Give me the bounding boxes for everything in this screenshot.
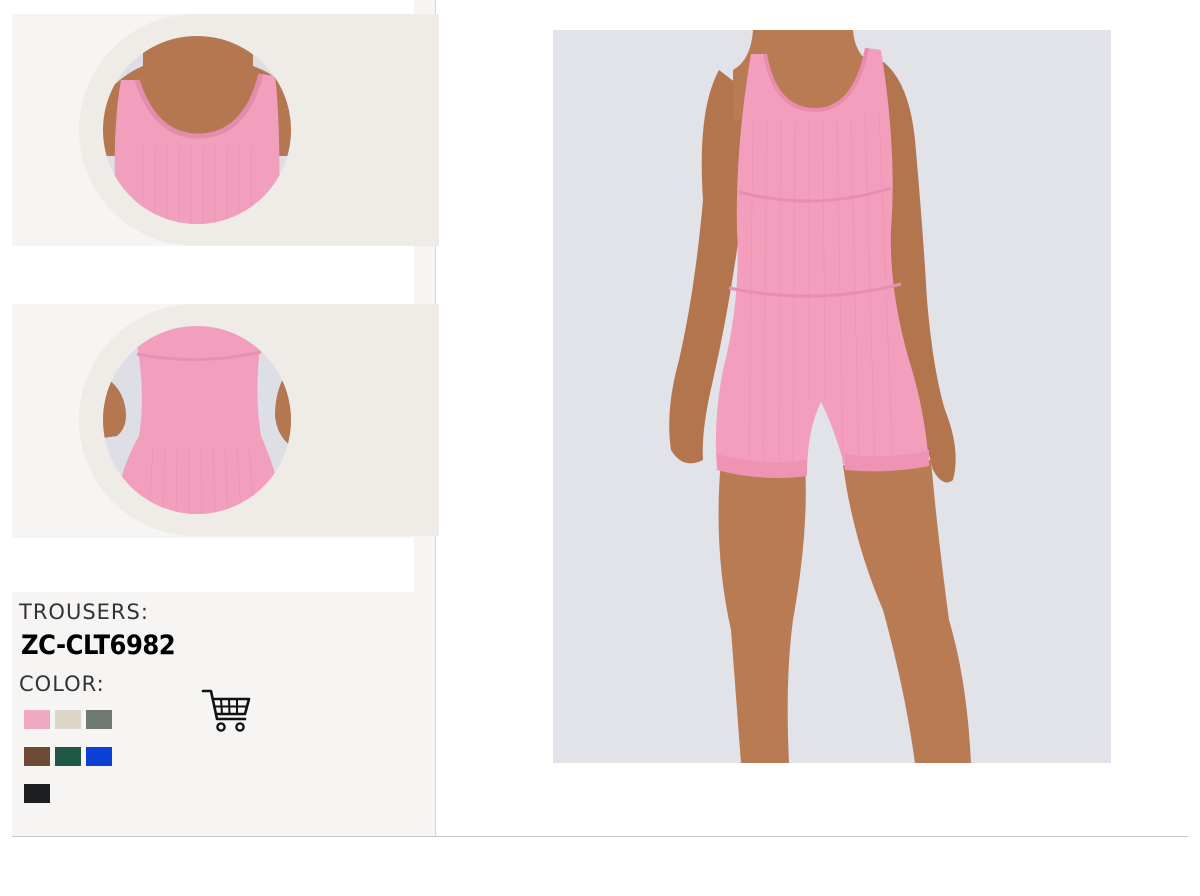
panel-divider <box>12 246 414 304</box>
waist-detail-image[interactable] <box>103 326 291 514</box>
color-swatch[interactable] <box>24 710 50 729</box>
color-swatch[interactable] <box>24 784 50 803</box>
color-swatch[interactable] <box>24 747 50 766</box>
panel-divider <box>12 0 414 14</box>
bottom-divider <box>12 836 1188 837</box>
color-swatch[interactable] <box>55 747 81 766</box>
product-code: ZC-CLT6982 <box>21 630 176 661</box>
neckline-detail-drawing <box>103 36 291 224</box>
shopping-cart-icon[interactable] <box>201 685 253 737</box>
model-romper-drawing <box>553 30 1111 763</box>
color-swatch[interactable] <box>55 710 81 729</box>
color-label: COLOR: <box>19 672 105 696</box>
product-main-image[interactable] <box>553 30 1111 763</box>
panel-divider <box>12 538 414 592</box>
color-swatch[interactable] <box>86 710 112 729</box>
color-swatch[interactable] <box>86 747 112 766</box>
neckline-detail-card <box>79 14 439 246</box>
category-label: TROUSERS: <box>19 600 149 624</box>
waist-detail-drawing <box>103 326 291 514</box>
waist-detail-card <box>79 304 439 536</box>
neckline-detail-image[interactable] <box>103 36 291 224</box>
product-info-panel: TROUSERS: ZC-CLT6982 COLOR: <box>12 0 439 836</box>
